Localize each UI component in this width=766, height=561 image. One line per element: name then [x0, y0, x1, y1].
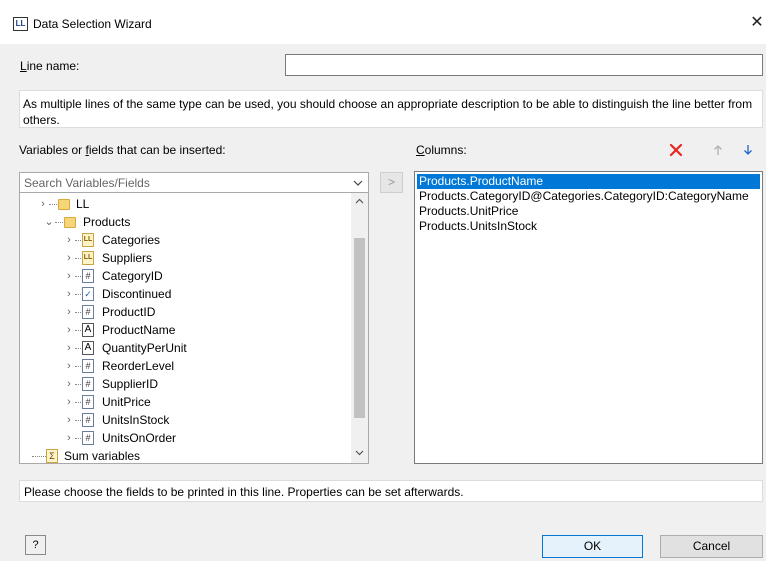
text-field-icon: A — [82, 323, 94, 337]
tree-item-label: LL — [76, 197, 90, 211]
tree-item-quantityperunit[interactable]: › A QuantityPerUnit — [20, 339, 350, 357]
chevron-right-icon[interactable]: › — [64, 285, 74, 303]
tree-item-label: Products — [83, 215, 131, 229]
chevron-right-icon[interactable]: › — [64, 393, 74, 411]
chevron-right-icon[interactable]: › — [38, 195, 48, 213]
chevron-right-icon[interactable]: › — [64, 267, 74, 285]
scrollbar-thumb[interactable] — [354, 238, 365, 418]
columns-list[interactable]: Products.ProductName Products.CategoryID… — [414, 171, 763, 464]
delete-icon[interactable] — [669, 143, 683, 157]
move-up-icon[interactable] — [712, 144, 724, 156]
tree-item-productname[interactable]: › A ProductName — [20, 321, 350, 339]
tree-item-label: UnitsOnOrder — [102, 431, 177, 445]
help-icon: ? — [32, 539, 39, 551]
folder-open-icon — [64, 217, 76, 228]
numeric-field-icon: # — [82, 395, 94, 409]
line-name-input[interactable] — [285, 54, 763, 76]
tree-item-label: Suppliers — [102, 251, 153, 265]
tree-scrollbar[interactable] — [351, 193, 368, 463]
hint-text: Please choose the fields to be printed i… — [19, 480, 763, 502]
tree-item-sum-variables[interactable]: Σ Sum variables — [20, 447, 350, 463]
tree-item-categories[interactable]: › LL Categories — [20, 231, 350, 249]
table-icon: LL — [82, 251, 94, 265]
chevron-right-icon[interactable]: › — [64, 357, 74, 375]
numeric-field-icon: # — [82, 305, 94, 319]
tree-item-discontinued[interactable]: › ✓ Discontinued — [20, 285, 350, 303]
tree-item-label: ProductName — [102, 323, 176, 337]
chevron-right-icon[interactable]: › — [64, 303, 74, 321]
chevron-right-icon[interactable]: › — [64, 411, 74, 429]
table-icon: LL — [82, 233, 94, 247]
line-name-label: Line name: — [20, 59, 80, 73]
tree-item-label: CategoryID — [102, 269, 163, 283]
column-item[interactable]: Products.UnitsInStock — [417, 219, 537, 234]
tree-item-products[interactable]: ⌄ Products — [20, 213, 350, 231]
cancel-button[interactable]: Cancel — [660, 535, 763, 558]
chevron-right-icon[interactable]: › — [64, 231, 74, 249]
tree-item-label: SupplierID — [102, 377, 159, 391]
scroll-down-icon[interactable] — [354, 447, 365, 458]
chevron-right-icon[interactable]: › — [64, 339, 74, 357]
ok-button[interactable]: OK — [542, 535, 643, 558]
add-field-button[interactable]: > — [380, 172, 403, 193]
tree-item-label: Sum variables — [64, 449, 141, 463]
sum-variables-icon: Σ — [46, 449, 58, 463]
tree-item-label: UnitPrice — [102, 395, 151, 409]
numeric-field-icon: # — [82, 431, 94, 445]
numeric-field-icon: # — [82, 413, 94, 427]
description-text: As multiple lines of the same type can b… — [19, 90, 763, 128]
close-icon[interactable]: ✕ — [748, 13, 766, 33]
help-button[interactable]: ? — [25, 535, 46, 555]
tree-item-label: Discontinued — [102, 287, 172, 301]
tree-item-label: QuantityPerUnit — [102, 341, 187, 355]
column-item[interactable]: Products.CategoryID@Categories.CategoryI… — [417, 189, 749, 204]
window-title: Data Selection Wizard — [33, 17, 152, 31]
boolean-field-icon: ✓ — [82, 287, 94, 301]
folder-icon — [58, 199, 70, 210]
tree-item-unitprice[interactable]: › # UnitPrice — [20, 393, 350, 411]
tree-item-ll[interactable]: › LL — [20, 195, 350, 213]
tree-item-label: UnitsInStock — [102, 413, 170, 427]
column-item[interactable]: Products.UnitPrice — [417, 204, 518, 219]
chevron-down-icon[interactable] — [351, 176, 365, 190]
chevron-right-icon[interactable]: › — [64, 429, 74, 447]
tree-item-label: ReorderLevel — [102, 359, 175, 373]
search-combo[interactable]: Search Variables/Fields — [19, 172, 369, 193]
chevron-right-icon[interactable]: › — [64, 249, 74, 267]
app-logo-icon: LL — [13, 17, 28, 31]
tree-item-unitsonorder[interactable]: › # UnitsOnOrder — [20, 429, 350, 447]
column-item[interactable]: Products.ProductName — [417, 174, 760, 189]
tree-item-label: Categories — [102, 233, 161, 247]
numeric-field-icon: # — [82, 269, 94, 283]
move-down-icon[interactable] — [742, 144, 754, 156]
scroll-up-icon[interactable] — [354, 196, 365, 207]
chevron-down-icon[interactable]: ⌄ — [44, 213, 54, 231]
tree-item-suppliers[interactable]: › LL Suppliers — [20, 249, 350, 267]
variables-tree[interactable]: › LL ⌄ Products › LL Categories › LL Sup… — [19, 192, 369, 464]
tree-item-label: ProductID — [102, 305, 156, 319]
columns-label: Columns: — [416, 143, 467, 157]
tree-item-productid[interactable]: › # ProductID — [20, 303, 350, 321]
tree-item-unitsinstock[interactable]: › # UnitsInStock — [20, 411, 350, 429]
tree-item-supplierid[interactable]: › # SupplierID — [20, 375, 350, 393]
title-bar: LL Data Selection Wizard ✕ — [0, 0, 766, 44]
chevron-right-icon[interactable]: › — [64, 321, 74, 339]
tree-item-reorderlevel[interactable]: › # ReorderLevel — [20, 357, 350, 375]
chevron-right-icon[interactable]: › — [64, 375, 74, 393]
numeric-field-icon: # — [82, 359, 94, 373]
search-placeholder: Search Variables/Fields — [24, 176, 150, 190]
tree-item-categoryid[interactable]: › # CategoryID — [20, 267, 350, 285]
numeric-field-icon: # — [82, 377, 94, 391]
text-field-icon: A — [82, 341, 94, 355]
variables-label: Variables or fields that can be inserted… — [19, 143, 226, 157]
